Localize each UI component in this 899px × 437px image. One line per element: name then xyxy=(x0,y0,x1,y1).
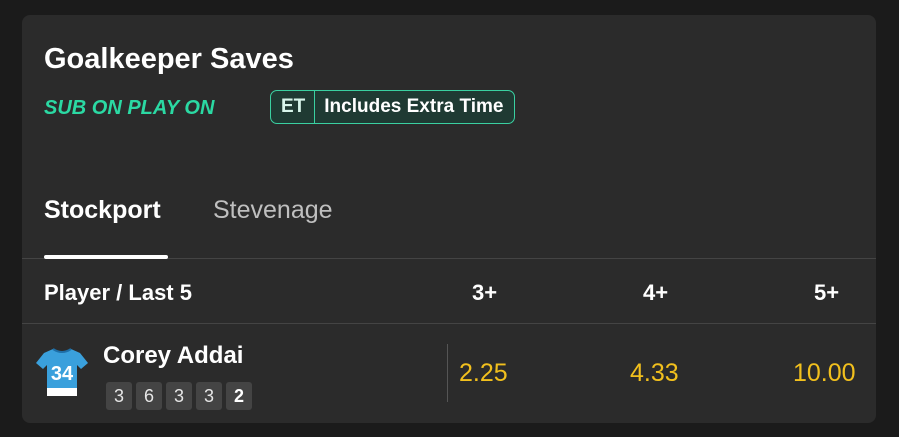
extra-time-badge: ET Includes Extra Time xyxy=(270,90,516,124)
shirt-icon: 34 xyxy=(34,344,90,400)
team-tabs: Stockport Stevenage xyxy=(22,190,876,259)
header-3plus: 3+ xyxy=(472,280,498,305)
header-5plus: 5+ xyxy=(814,280,840,305)
et-code: ET xyxy=(271,91,316,123)
form-value: 3 xyxy=(166,382,192,410)
form-value-latest: 2 xyxy=(226,382,252,410)
form-value: 6 xyxy=(136,382,162,410)
shirt-number: 34 xyxy=(51,363,74,385)
player-name: Corey Addai xyxy=(103,342,244,369)
table-row: 34 Corey Addai 3 6 3 3 2 2.25 4.33 10.00 xyxy=(22,324,876,423)
header-4plus: 4+ xyxy=(643,280,669,305)
market-card: Goalkeeper Saves SUB ON PLAY ON ET Inclu… xyxy=(22,15,876,423)
last-5-form: 3 6 3 3 2 xyxy=(106,382,252,410)
odds-4plus[interactable]: 4.33 xyxy=(630,358,679,388)
sub-on-play-on-label: SUB ON PLAY ON xyxy=(44,97,215,119)
odds-3plus[interactable]: 2.25 xyxy=(459,358,508,388)
tab-stevenage[interactable]: Stevenage xyxy=(213,195,333,225)
market-title: Goalkeeper Saves xyxy=(44,43,294,75)
tab-stockport[interactable]: Stockport xyxy=(44,195,161,225)
form-value: 3 xyxy=(106,382,132,410)
table-header: Player / Last 5 3+ 4+ 5+ xyxy=(22,259,876,324)
form-value: 3 xyxy=(196,382,222,410)
header-player-last5: Player / Last 5 xyxy=(44,280,192,305)
odds-5plus[interactable]: 10.00 xyxy=(793,358,856,388)
et-description: Includes Extra Time xyxy=(324,96,504,117)
column-divider xyxy=(447,344,448,402)
